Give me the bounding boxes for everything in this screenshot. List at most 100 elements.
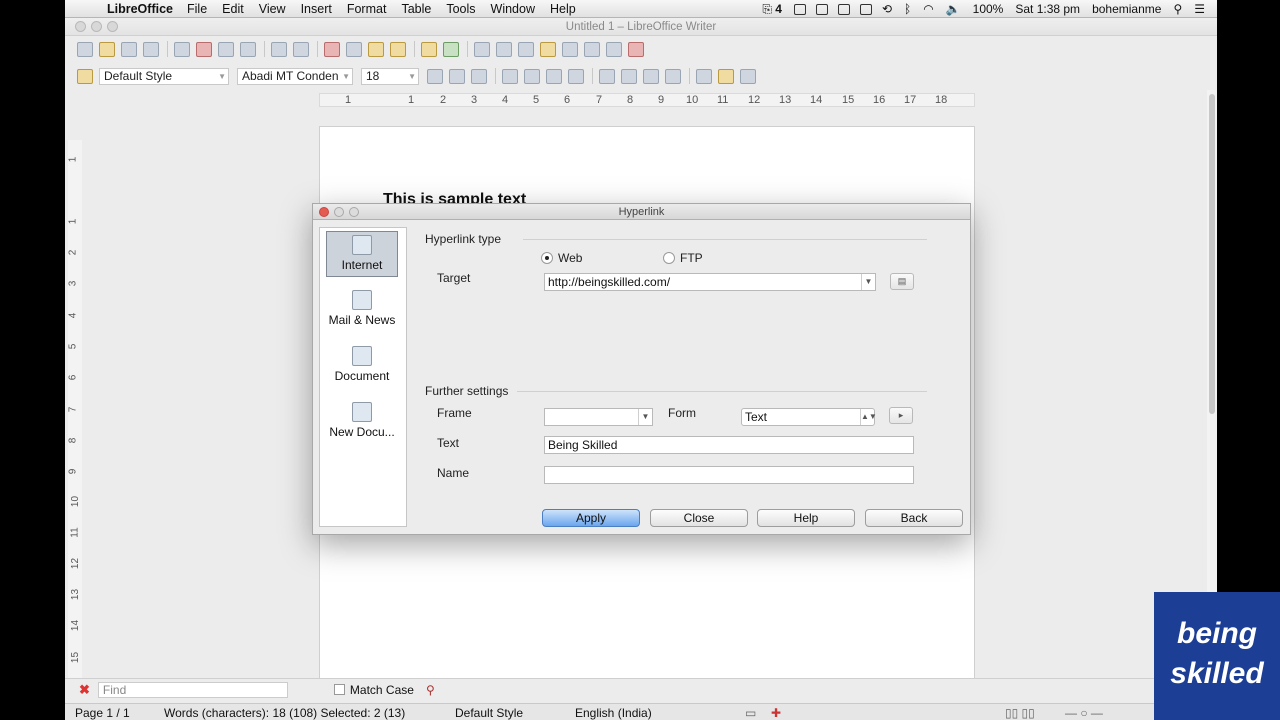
chevron-down-icon[interactable]: ▼: [861, 274, 875, 290]
scrollbar-thumb[interactable]: [1209, 94, 1215, 414]
clone-formatting-icon[interactable]: [390, 41, 406, 57]
align-left-icon[interactable]: [502, 68, 518, 84]
bold-icon[interactable]: [427, 68, 443, 84]
font-color-icon[interactable]: [696, 68, 712, 84]
find-replace-icon[interactable]: ⚲: [426, 683, 435, 697]
table-icon[interactable]: [496, 41, 512, 57]
back-button[interactable]: Back: [865, 509, 963, 527]
help-button[interactable]: Help: [757, 509, 855, 527]
menu-format[interactable]: Format: [347, 2, 387, 16]
redo-icon[interactable]: [443, 41, 459, 57]
background-color-icon[interactable]: [740, 68, 756, 84]
notification-center-icon[interactable]: ☰: [1194, 2, 1205, 16]
copy-icon[interactable]: [346, 41, 362, 57]
clock[interactable]: Sat 1:38 pm: [1015, 2, 1080, 16]
time-machine-icon[interactable]: ⟲: [882, 2, 892, 16]
data-sources-icon[interactable]: [584, 41, 600, 57]
battery-status[interactable]: 100%: [973, 2, 1004, 16]
new-document-icon[interactable]: [77, 41, 93, 57]
radio-web[interactable]: Web: [541, 251, 582, 265]
underline-icon[interactable]: [471, 68, 487, 84]
cut-icon[interactable]: [324, 41, 340, 57]
wifi-icon[interactable]: ◠: [923, 2, 933, 16]
category-document[interactable]: Document: [326, 343, 398, 389]
menu-window[interactable]: Window: [491, 2, 535, 16]
font-size-select[interactable]: 18 ▼: [361, 67, 419, 85]
word-count[interactable]: Words (characters): 18 (108) Selected: 2…: [164, 706, 405, 720]
text-input[interactable]: Being Skilled: [544, 436, 914, 454]
menu-file[interactable]: File: [187, 2, 207, 16]
bullets-icon[interactable]: [621, 68, 637, 84]
highlighting-icon[interactable]: [718, 68, 734, 84]
navigator-icon[interactable]: [540, 41, 556, 57]
spellcheck-icon[interactable]: [271, 41, 287, 57]
email-icon[interactable]: [143, 41, 159, 57]
volume-icon[interactable]: 🔈: [946, 2, 961, 16]
target-url-combo[interactable]: http://beingskilled.com/▼: [544, 273, 876, 291]
formatting-marks-icon[interactable]: [606, 41, 622, 57]
align-center-icon[interactable]: [524, 68, 540, 84]
decrease-indent-icon[interactable]: [643, 68, 659, 84]
edit-mode-icon[interactable]: [174, 41, 190, 57]
zoom-slider[interactable]: — ○ —: [1065, 706, 1103, 720]
chevron-down-icon[interactable]: ▼: [638, 409, 652, 425]
print-preview-icon[interactable]: [240, 41, 256, 57]
window-zoom-button[interactable]: [107, 21, 118, 32]
category-mail-news[interactable]: Mail & News: [326, 287, 398, 333]
page-count[interactable]: Page 1 / 1: [75, 706, 130, 720]
autospellcheck-icon[interactable]: [293, 41, 309, 57]
italic-icon[interactable]: [449, 68, 465, 84]
bluetooth-icon[interactable]: ᛒ: [904, 2, 911, 16]
window-close-button[interactable]: [75, 21, 86, 32]
dialog-close-button[interactable]: [319, 207, 329, 217]
frame-combo[interactable]: ▼: [544, 408, 653, 426]
menu-tools[interactable]: Tools: [446, 2, 475, 16]
adobe-icon[interactable]: ⎘ 4: [762, 2, 782, 17]
open-folder-icon[interactable]: [99, 41, 115, 57]
match-case-checkbox[interactable]: [333, 684, 345, 695]
category-internet[interactable]: Internet: [326, 231, 398, 277]
find-input[interactable]: Find: [97, 681, 288, 698]
dialog-minimize-button[interactable]: [334, 207, 344, 217]
show-draw-functions-icon[interactable]: [518, 41, 534, 57]
view-layout-icon[interactable]: ▯▯ ▯▯: [1005, 706, 1035, 720]
menu-insert[interactable]: Insert: [301, 2, 332, 16]
print-icon[interactable]: [218, 41, 234, 57]
hyperlink-icon[interactable]: [474, 41, 490, 57]
paste-icon[interactable]: [368, 41, 384, 57]
language-status[interactable]: English (India): [575, 706, 652, 720]
dropbox-icon[interactable]: [793, 3, 806, 15]
numbering-icon[interactable]: [599, 68, 615, 84]
justify-icon[interactable]: [568, 68, 584, 84]
align-right-icon[interactable]: [546, 68, 562, 84]
window-minimize-button[interactable]: [91, 21, 102, 32]
radio-ftp[interactable]: FTP: [663, 251, 703, 265]
selection-mode-icon[interactable]: ▭: [745, 706, 756, 720]
font-name-select[interactable]: Abadi MT Conden ▼: [237, 67, 353, 85]
sync-icon[interactable]: [837, 3, 850, 15]
category-new-document[interactable]: New Docu...: [326, 399, 398, 445]
events-icon[interactable]: ▸: [889, 407, 913, 424]
gallery-icon[interactable]: [562, 41, 578, 57]
menu-help[interactable]: Help: [550, 2, 576, 16]
name-input[interactable]: [544, 466, 914, 484]
save-icon[interactable]: [121, 41, 137, 57]
apply-button[interactable]: Apply: [542, 509, 640, 527]
vertical-ruler[interactable]: 1 1 2 3 4 5 6 7 8 9 10 11 12 13 14 15: [67, 140, 82, 680]
paragraph-style-select[interactable]: Default Style ▼: [99, 67, 229, 85]
open-web-browser-icon[interactable]: ▤: [890, 273, 914, 290]
close-find-icon[interactable]: ✖: [79, 682, 90, 698]
app-menu[interactable]: LibreOffice: [107, 2, 173, 16]
menu-view[interactable]: View: [259, 2, 286, 16]
updown-arrows-icon[interactable]: ▲▼: [860, 409, 877, 425]
evernote-icon[interactable]: [815, 3, 828, 15]
menu-table[interactable]: Table: [401, 2, 431, 16]
dialog-zoom-button[interactable]: [349, 207, 359, 217]
styles-formatting-icon[interactable]: [77, 68, 93, 84]
page-style[interactable]: Default Style: [455, 706, 523, 720]
drive-icon[interactable]: [859, 3, 872, 15]
increase-indent-icon[interactable]: [665, 68, 681, 84]
spotlight-icon[interactable]: ⚲: [1173, 2, 1182, 16]
help-icon[interactable]: [628, 41, 644, 57]
horizontal-ruler[interactable]: 1 1 2 3 4 5 6 7 8 9 10 11 12 13 14 15 16…: [319, 93, 975, 107]
